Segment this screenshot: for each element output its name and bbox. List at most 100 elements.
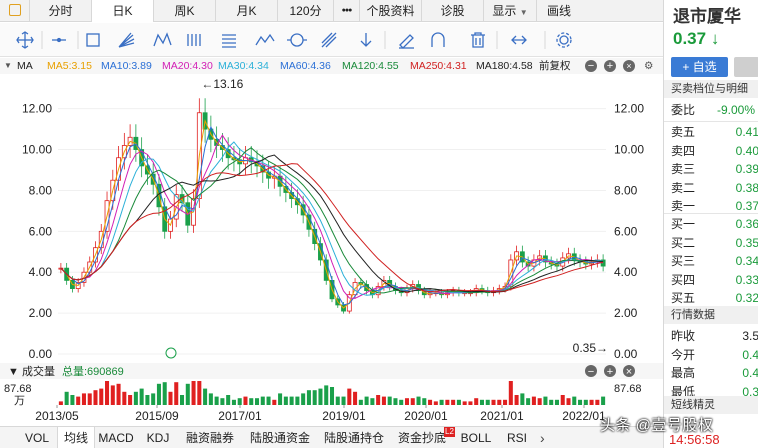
cycle-icon[interactable] xyxy=(287,33,307,47)
indicator-tab-0[interactable]: VOL xyxy=(17,427,57,448)
volume-bar xyxy=(110,385,115,405)
wave-tool-icon[interactable] xyxy=(153,32,172,47)
volume-bar xyxy=(560,395,565,405)
volume-bar xyxy=(191,381,196,405)
kline-chart[interactable]: 12.00 10.00 8.00 6.00 4.00 2.00 0.00 12.00 10.0… xyxy=(0,74,663,426)
add-watchlist-button[interactable]: + 自选 xyxy=(671,57,728,77)
display-menu-button[interactable]: 显示 ▼ xyxy=(484,0,536,22)
zoom-out-icon[interactable]: − xyxy=(585,60,597,72)
date-axis: 2013/05 2015/09 2017/01 2019/01 2020/01 2021/… xyxy=(35,405,606,423)
orderbook-row: 卖四 0.40 xyxy=(664,142,758,161)
volume-bar xyxy=(203,388,208,405)
rectangle-icon[interactable] xyxy=(86,33,100,47)
tab-6[interactable]: 个股资料 xyxy=(360,0,422,22)
restore-label[interactable]: 前复权 xyxy=(539,58,571,74)
orderbook-title: 买卖档位与明细 xyxy=(664,80,758,98)
volume-bar xyxy=(537,398,542,405)
tab-2[interactable]: 周K xyxy=(154,0,216,22)
row-value: 0.36 xyxy=(735,217,758,231)
row-value: 0.41 xyxy=(735,125,758,139)
app-logo-icon[interactable] xyxy=(0,0,30,22)
ma-item: MA5:3.15 xyxy=(47,60,92,72)
tab-3[interactable]: 月K xyxy=(216,0,278,22)
indicator-tab-5[interactable]: 陆股通资金 xyxy=(244,427,316,448)
indicator-tab-6[interactable]: 陆股通持仓 xyxy=(318,427,390,448)
volume-bar xyxy=(566,398,571,405)
gann-icon[interactable] xyxy=(321,32,337,48)
tab-1[interactable]: 日K xyxy=(92,0,154,22)
eraser-icon[interactable] xyxy=(399,34,414,49)
volume-bar xyxy=(105,381,110,405)
tab-0[interactable]: 分时 xyxy=(30,0,92,22)
close-icon[interactable]: × xyxy=(623,60,635,72)
volume-unit: 万 xyxy=(14,395,25,407)
magnet-icon[interactable] xyxy=(431,32,445,47)
ma-settings-gear-icon[interactable]: ⚙ xyxy=(644,58,653,74)
fan-lines-icon[interactable] xyxy=(118,32,135,48)
ma-label: MA xyxy=(17,60,33,72)
row-label: 今开 xyxy=(671,347,696,362)
volume-bar xyxy=(381,396,386,405)
collapse-triangle-icon[interactable]: ▼ xyxy=(4,58,12,74)
trash-icon[interactable] xyxy=(471,32,485,48)
settings-gear-icon[interactable] xyxy=(556,32,572,48)
tab-4[interactable]: 120分 xyxy=(278,0,334,22)
orderbook-row: 卖五 0.41 xyxy=(664,123,758,142)
compress-icon[interactable] xyxy=(511,35,527,45)
indicator-tab-bar: VOL 均线 MACD KDJ 融资融券 陆股通资金 陆股通持仓 资金抄底 BOLL RSI L2 › xyxy=(0,426,663,448)
indicator-tab-8[interactable]: BOLL xyxy=(454,427,498,448)
volume-bar xyxy=(456,399,461,405)
volume-bar xyxy=(214,396,219,405)
parallel-lines-icon[interactable] xyxy=(187,34,201,46)
indicator-tab-3[interactable]: KDJ xyxy=(138,427,178,448)
volume-bar xyxy=(306,390,311,405)
volume-bar xyxy=(318,388,323,405)
indicator-tab-1[interactable]: 均线 xyxy=(57,427,95,448)
webi-value: -9.00% xyxy=(716,103,755,117)
tab-5[interactable]: ●●● xyxy=(334,0,360,22)
zigzag-icon[interactable] xyxy=(255,33,275,46)
down-arrow-icon: ↓ xyxy=(710,29,720,48)
volume-bar xyxy=(93,390,98,405)
volume-bar xyxy=(422,398,427,405)
volume-bar xyxy=(76,396,81,405)
volume-bar xyxy=(531,396,536,405)
volume-total: 总量:690869 xyxy=(62,364,124,378)
orderbook-row: 买三 0.34 xyxy=(664,252,758,271)
indicator-tab-9[interactable]: RSI xyxy=(500,427,534,448)
indicator-tab-4[interactable]: 融资融券 xyxy=(179,427,241,448)
horizontal-line-icon[interactable] xyxy=(52,37,66,43)
orderbook-row: 昨收 3.5 xyxy=(664,327,758,346)
row-value: 0.34 xyxy=(735,254,758,268)
volume-bar xyxy=(185,383,190,405)
volume-bar xyxy=(479,399,484,405)
indicator-tab-2[interactable]: MACD xyxy=(95,427,137,448)
volume-bar xyxy=(497,399,502,405)
volume-bar xyxy=(180,395,185,405)
volume-bar xyxy=(439,399,444,405)
volume-bar xyxy=(543,396,548,405)
row-label: 卖五 xyxy=(671,125,696,139)
down-arrow-icon[interactable] xyxy=(360,33,372,47)
row-label: 买二 xyxy=(671,235,696,250)
tab-7[interactable]: 诊股 xyxy=(422,0,484,22)
volume-bar xyxy=(433,401,438,405)
indicator-tab-7[interactable]: 资金抄底 xyxy=(392,427,452,448)
crosshair-icon[interactable] xyxy=(16,31,34,49)
volume-bar xyxy=(329,387,335,405)
price-tick: 10.00 xyxy=(22,143,52,157)
volume-bar xyxy=(399,399,404,405)
volume-bar xyxy=(220,398,225,405)
draw-line-button[interactable]: 画线 xyxy=(536,0,581,22)
fibonacci-icon[interactable] xyxy=(222,34,236,48)
orderbook-row: 卖二 0.38 xyxy=(664,179,758,198)
more-button[interactable] xyxy=(734,57,758,77)
row-label: 卖二 xyxy=(671,180,696,195)
chevron-right-icon[interactable]: › xyxy=(540,427,545,448)
stock-name: 退市厦华 xyxy=(673,7,741,26)
price-tick: 10.00 xyxy=(614,143,644,157)
volume-bar xyxy=(370,398,375,405)
zoom-in-icon[interactable]: + xyxy=(604,60,616,72)
ma-item: MA30:4.34 xyxy=(218,60,269,72)
volume-bar xyxy=(508,381,513,405)
